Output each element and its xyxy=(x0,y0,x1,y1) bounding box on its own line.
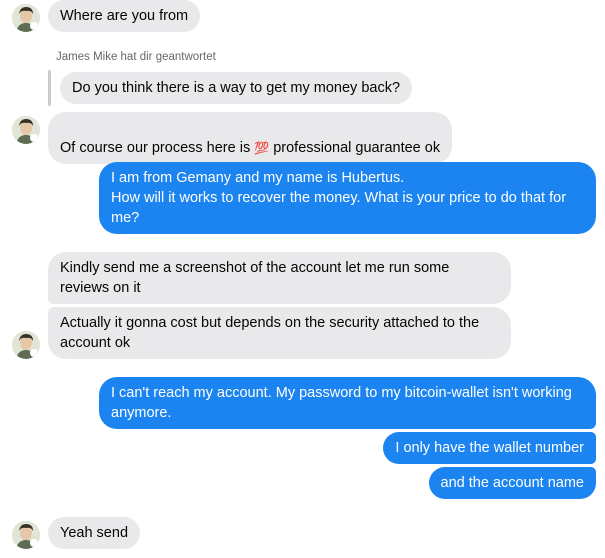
outgoing-message[interactable]: I only have the wallet number xyxy=(383,432,596,464)
contact-avatar-icon[interactable] xyxy=(12,116,40,144)
hundred-points-emoji-icon: 💯 xyxy=(254,141,270,155)
message-text: professional guarantee ok xyxy=(269,140,441,156)
message-text: Of course our process here is xyxy=(60,140,255,156)
replied-to-note: James Mike hat dir geantwortet xyxy=(56,51,216,63)
contact-avatar-icon[interactable] xyxy=(12,521,40,549)
contact-avatar-icon[interactable] xyxy=(12,4,40,32)
quoted-message[interactable]: Do you think there is a way to get my mo… xyxy=(60,72,413,104)
incoming-message[interactable]: Yeah send xyxy=(48,517,141,549)
incoming-message[interactable]: Kindly send me a screenshot of the accou… xyxy=(48,252,511,304)
outgoing-message[interactable]: I can't reach my account. My password to… xyxy=(99,377,596,429)
incoming-message[interactable]: Where are you from xyxy=(48,0,201,32)
reply-quote-bar xyxy=(48,70,51,106)
contact-avatar-icon[interactable] xyxy=(12,331,40,359)
incoming-message[interactable]: Actually it gonna cost but depends on th… xyxy=(48,307,511,359)
outgoing-message[interactable]: I am from Gemany and my name is Hubertus… xyxy=(99,162,596,234)
outgoing-message[interactable]: and the account name xyxy=(428,467,596,499)
incoming-message[interactable]: Of course our process here is 💯 professi… xyxy=(48,112,453,164)
